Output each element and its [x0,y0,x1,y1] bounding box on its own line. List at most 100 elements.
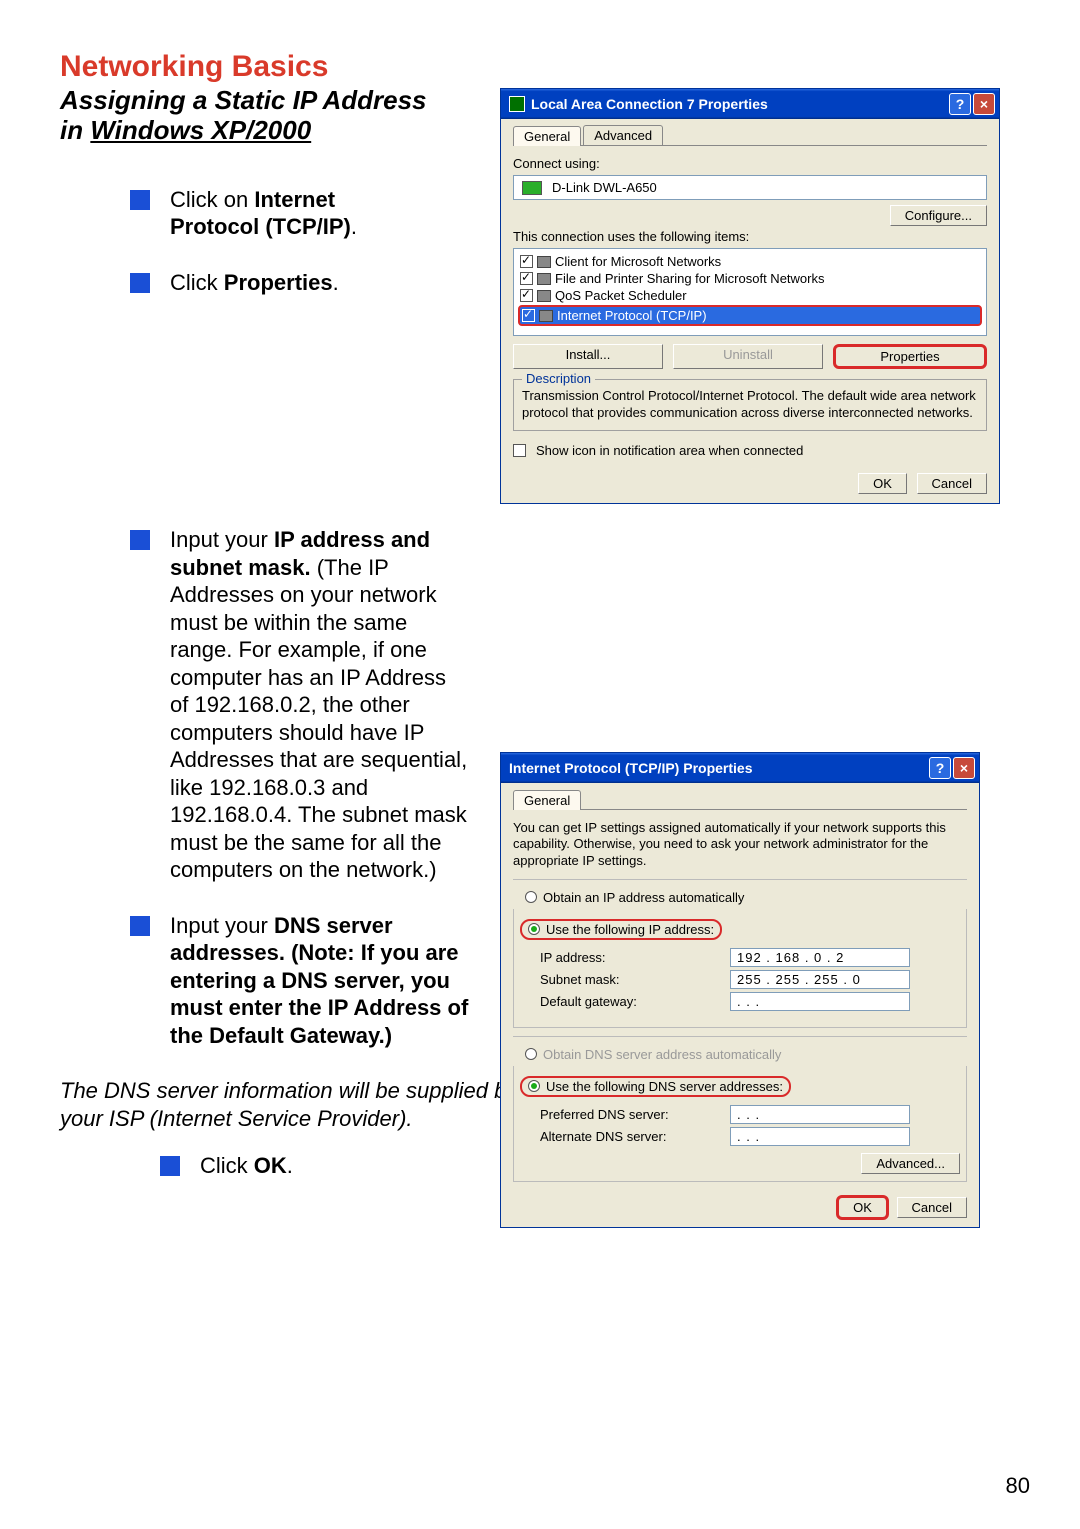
step5-prefix: Click [200,1153,254,1178]
show-icon-label: Show icon in notification area when conn… [536,443,803,458]
tab-general[interactable]: General [513,790,581,810]
service-icon [537,290,551,302]
titlebar[interactable]: Local Area Connection 7 Properties ? × [501,89,999,119]
adapter-name: D-Link DWL-A650 [552,180,657,195]
use-ip-label: Use the following IP address: [546,922,714,937]
dialog-title: Local Area Connection 7 Properties [531,96,947,112]
step3-prefix: Input your [170,527,274,552]
help-button[interactable]: ? [949,93,971,115]
ip-address-label: IP address: [540,950,730,965]
step3-rest: (The IP Addresses on your network must b… [170,555,467,883]
titlebar[interactable]: Internet Protocol (TCP/IP) Properties ? … [501,753,979,783]
use-dns-radio[interactable]: Use the following DNS server addresses: [520,1076,791,1097]
step1-prefix: Click on [170,187,254,212]
item-label: Client for Microsoft Networks [555,254,721,269]
step2-suffix: . [333,270,339,295]
obtain-dns-label: Obtain DNS server address automatically [543,1047,781,1062]
step5-bold: OK [254,1153,287,1178]
use-ip-radio[interactable]: Use the following IP address: [520,919,722,940]
bullet-icon [130,530,150,550]
step-3-text: Input your IP address and subnet mask. (… [170,526,470,884]
list-item[interactable]: Client for Microsoft Networks [518,253,982,270]
step1-suffix: . [351,214,357,239]
default-gateway-input[interactable]: . . . [730,992,910,1011]
bullet-icon [130,916,150,936]
nic-icon [522,181,542,195]
checkbox-icon[interactable] [522,309,535,322]
dns-note: The DNS server information will be suppl… [60,1077,530,1132]
description-fieldset: Description Transmission Control Protoco… [513,379,987,431]
description-legend: Description [522,371,595,386]
advanced-button[interactable]: Advanced... [861,1153,960,1174]
page-number: 80 [1006,1473,1030,1499]
checkbox-icon[interactable] [520,255,533,268]
obtain-ip-radio[interactable]: Obtain an IP address automatically [519,890,961,905]
step-2-text: Click Properties. [170,269,339,297]
radio-icon [528,923,540,935]
cancel-button[interactable]: Cancel [897,1197,967,1218]
connection-properties-dialog: Local Area Connection 7 Properties ? × G… [500,88,1000,504]
tab-general[interactable]: General [513,126,581,146]
item-label: Internet Protocol (TCP/IP) [557,308,707,323]
list-item-selected[interactable]: Internet Protocol (TCP/IP) [518,305,982,326]
items-listbox[interactable]: Client for Microsoft Networks File and P… [513,248,987,336]
step-4-text: Input your DNS server addresses. (Note: … [170,912,470,1050]
default-gateway-label: Default gateway: [540,994,730,1009]
properties-button[interactable]: Properties [833,344,987,369]
install-button[interactable]: Install... [513,344,663,369]
cancel-button[interactable]: Cancel [917,473,987,494]
description-text: Transmission Control Protocol/Internet P… [522,388,978,422]
obtain-ip-label: Obtain an IP address automatically [543,890,744,905]
step4-prefix: Input your [170,913,274,938]
ok-button[interactable]: OK [858,473,907,494]
radio-icon [528,1080,540,1092]
preferred-dns-label: Preferred DNS server: [540,1107,730,1122]
ok-button[interactable]: OK [838,1197,887,1218]
obtain-dns-radio: Obtain DNS server address automatically [519,1047,961,1062]
uninstall-button[interactable]: Uninstall [673,344,823,369]
ip-address-input[interactable]: 192 . 168 . 0 . 2 [730,948,910,967]
subheading-line1: Assigning a Static IP Address [60,85,427,115]
client-icon [537,256,551,268]
preferred-dns-input[interactable]: . . . [730,1105,910,1124]
show-icon-checkbox[interactable] [513,444,526,457]
adapter-box: D-Link DWL-A650 [513,175,987,200]
page-subheading: Assigning a Static IP Address in Windows… [60,86,440,146]
close-button[interactable]: × [953,757,975,779]
list-item[interactable]: QoS Packet Scheduler [518,287,982,304]
list-item[interactable]: File and Printer Sharing for Microsoft N… [518,270,982,287]
subnet-mask-input[interactable]: 255 . 255 . 255 . 0 [730,970,910,989]
subnet-mask-label: Subnet mask: [540,972,730,987]
bullet-icon [160,1156,180,1176]
item-label: QoS Packet Scheduler [555,288,687,303]
protocol-icon [539,310,553,322]
alternate-dns-input[interactable]: . . . [730,1127,910,1146]
configure-button[interactable]: Configure... [890,205,987,226]
bullet-icon [130,273,150,293]
checkbox-icon[interactable] [520,289,533,302]
step2-prefix: Click [170,270,224,295]
subheading-underline: Windows XP/2000 [90,115,311,145]
dialog-title: Internet Protocol (TCP/IP) Properties [509,760,927,776]
alternate-dns-label: Alternate DNS server: [540,1129,730,1144]
step5-suffix: . [287,1153,293,1178]
tcpip-properties-dialog: Internet Protocol (TCP/IP) Properties ? … [500,752,980,1228]
intro-text: You can get IP settings assigned automat… [513,820,967,869]
radio-icon [525,891,537,903]
step-5-text: Click OK. [200,1152,293,1180]
checkbox-icon[interactable] [520,272,533,285]
step-1-text: Click on Internet Protocol (TCP/IP). [170,186,410,241]
tab-advanced[interactable]: Advanced [583,125,663,145]
help-button[interactable]: ? [929,757,951,779]
subheading-prefix: in [60,115,90,145]
bullet-icon [130,190,150,210]
service-icon [537,273,551,285]
page-heading: Networking Basics [60,50,1040,84]
close-button[interactable]: × [973,93,995,115]
items-label: This connection uses the following items… [513,229,987,244]
item-label: File and Printer Sharing for Microsoft N… [555,271,824,286]
radio-icon [525,1048,537,1060]
step2-bold: Properties [224,270,333,295]
network-icon [509,96,525,112]
use-dns-label: Use the following DNS server addresses: [546,1079,783,1094]
